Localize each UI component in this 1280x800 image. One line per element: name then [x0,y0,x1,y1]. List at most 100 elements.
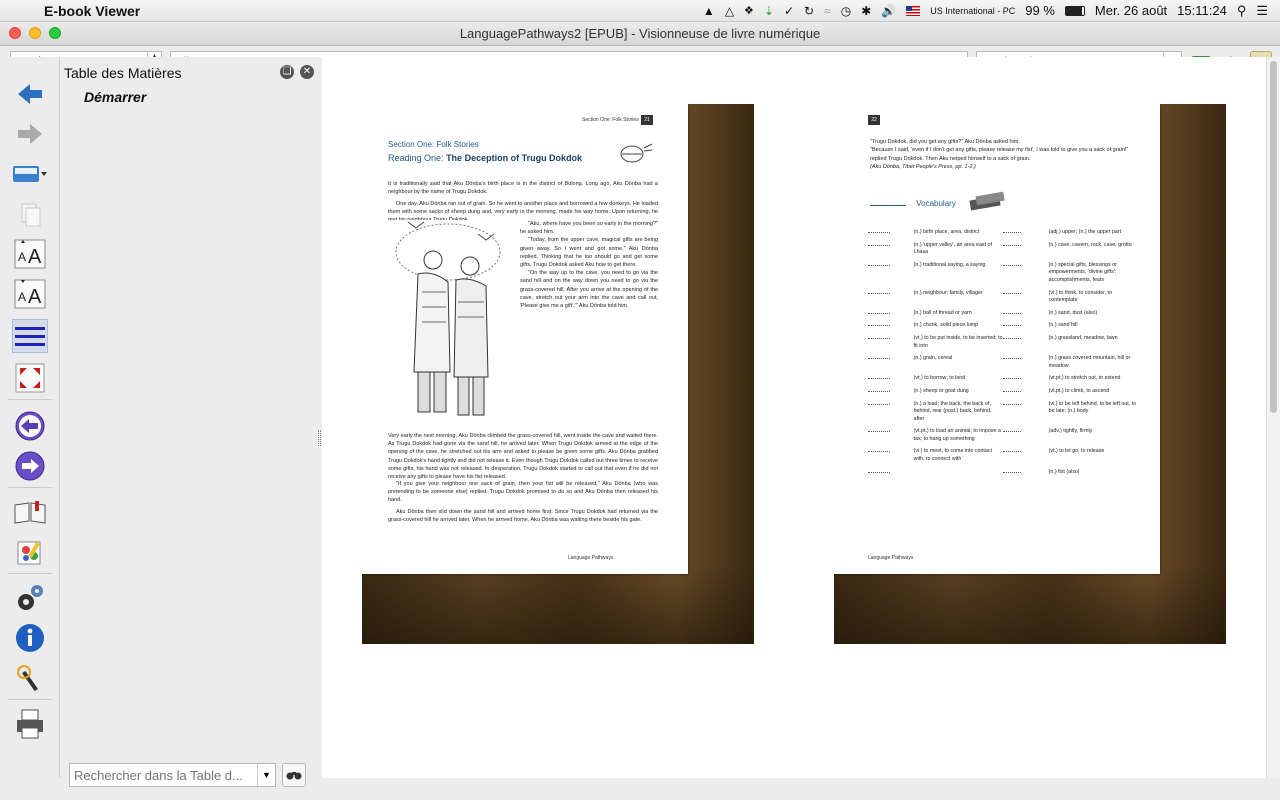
vocab-definition: (n.) traditional saying, a saying [913,261,986,268]
bookmarks-button[interactable] [11,495,49,529]
photo-shadow [834,564,1226,644]
wifi-icon[interactable]: ≈ [824,4,831,18]
vocab-row: (n.) birth place, area, district (adj.) u… [868,229,1138,237]
books-stack-icon [969,191,1005,211]
tibetan-term [1003,290,1049,305]
battery-percent[interactable]: 99 % [1025,3,1055,18]
svg-text:A: A [18,250,26,264]
info-icon [16,624,44,652]
zoom-window-button[interactable] [49,27,61,39]
font-smaller-icon: AA [14,279,46,309]
section-title: Section One: Folk Stories [388,140,479,149]
binoculars-icon [286,772,302,780]
time-machine-icon[interactable]: ◷ [841,4,851,18]
minimize-window-button[interactable] [29,27,41,39]
theme-button[interactable] [11,535,49,569]
open-ebook-button[interactable] [11,157,49,191]
bluetooth-icon[interactable]: ✱ [861,4,871,18]
scrollbar-thumb[interactable] [1270,61,1277,413]
vocab-definition: (vi.) to think, to consider, to contempl… [1048,289,1112,304]
copy-button[interactable] [11,197,49,231]
fullscreen-button[interactable] [11,361,49,395]
vocab-definition: (n.) sand, dust (also) [1048,309,1098,316]
vocab-row: (vt.) to borrow; to lend (vt.pt.) to stre… [868,375,1138,383]
back-button[interactable] [11,77,49,111]
dropbox-icon[interactable]: ❖ [744,4,754,17]
input-source[interactable]: US International - PC [930,6,1015,16]
book-page-left: Section One: Folk Stories 21 Section One… [362,104,688,574]
tibetan-term [1003,448,1049,463]
closing-quote: "Trugu Dokdok, did you get any gifts?" A… [870,138,1140,172]
font-larger-button[interactable]: AA [11,237,49,271]
status-area: ▲ △ ❖ ⇣ ✓ ↻ ≈ ◷ ✱ 🔊 US International - P… [703,3,1280,19]
tibetan-term [1003,229,1049,237]
vertical-scrollbar[interactable] [1266,57,1280,778]
drive-icon[interactable]: △ [725,4,734,18]
toc-search-input[interactable] [70,764,256,786]
check-icon[interactable]: ✓ [784,4,794,18]
vocab-definition: (n.) birth place, area, district [913,229,980,235]
book-icon [14,501,46,524]
side-toolbar: AA AA [0,57,60,778]
vocabulary-table: (n.) birth place, area, district (adj.) u… [868,229,1138,481]
flag-icon[interactable] [906,5,921,16]
toc-entry[interactable]: Démarrer [84,89,146,105]
toc-search-combobox[interactable]: ▼ [69,763,276,787]
reading-label: Reading One: [388,153,444,163]
intro-paragraph: It is traditionally said that Aku Dönba'… [388,181,658,196]
spotlight-icon[interactable]: ⚲ [1237,3,1247,19]
evernote-icon[interactable]: ▲ [703,4,715,18]
macos-menubar: E-book Viewer ▲ △ ❖ ⇣ ✓ ↻ ≈ ◷ ✱ 🔊 US Int… [0,0,1280,22]
goggles-icon [620,143,653,163]
vocab-definition: (n.) grain, cereal [913,355,953,362]
vocab-definition: (n.) grass covered mountain, hill or mea… [1048,355,1131,369]
inspector-button[interactable] [11,661,49,695]
panel-splitter[interactable] [318,430,321,446]
time-label[interactable]: 15:11:24 [1177,3,1227,18]
paragraph-2: "Aku, where have you been so early in th… [520,221,658,236]
about-button[interactable] [11,621,49,655]
float-panel-icon[interactable]: ❏ [280,65,294,79]
sync-icon[interactable]: ↻ [804,4,814,18]
toc-title: Table des Matières [64,65,182,81]
battery-icon[interactable] [1064,5,1085,16]
book-view[interactable]: Section One: Folk Stories 21 Section One… [322,57,1266,778]
toggle-toc-button[interactable] [11,319,49,353]
preferences-button[interactable] [11,581,49,615]
print-button[interactable] [11,707,49,741]
quote-line-1: "Trugu Dokdok, did you get any gifts?" A… [870,139,1020,145]
paragraph-6: "If you give your neighbour one sack of … [388,481,658,504]
download-icon[interactable]: ⇣ [764,4,774,18]
volume-icon[interactable]: 🔊 [881,4,896,18]
vocab-definition: (n.) 'upper valley', an area east of Lha… [913,241,992,256]
circle-arrow-left-icon [15,411,45,441]
next-page-button[interactable] [11,449,49,483]
font-smaller-button[interactable]: AA [11,277,49,311]
forward-button[interactable] [11,117,49,151]
tibetan-term [868,401,914,424]
notification-center-icon[interactable]: ☰ [1256,3,1268,19]
tibetan-term [1003,469,1049,477]
page-image-left: Section One: Folk Stories 21 Section One… [362,104,754,644]
close-panel-icon[interactable]: ✕ [300,65,314,79]
previous-page-button[interactable] [11,409,49,443]
vocab-definition: (adj.) upper; (n.) the upper part [1048,229,1122,235]
toc-lines-icon [12,319,48,353]
tibetan-term [1003,310,1049,318]
tibetan-term [1003,428,1049,443]
vocab-row: (vt.pt.) to load an animal; to impose a … [868,428,1138,443]
close-window-button[interactable] [9,27,21,39]
toc-search-button[interactable] [282,763,306,787]
illustration-two-men [395,221,501,416]
toolbar-separator [8,399,52,400]
app-menu[interactable]: E-book Viewer [44,3,140,19]
tibetan-term [1003,401,1049,424]
vocab-definition: (n.) sheep or goat dung [913,387,969,394]
vocab-definition: (vi.) to be left behind, to be left out,… [1048,400,1137,415]
date-label[interactable]: Mer. 26 août [1095,3,1167,18]
vocab-definition: (vt.pt.) to stretch out, to extend [1048,375,1121,382]
chevron-down-icon[interactable]: ▼ [257,764,275,786]
vocab-row: (vt.) to be put inside, to be inserted; … [868,335,1138,350]
paragraph-5: Very early the next morning, Aku Dönba c… [388,433,658,480]
paragraph-4: "On the way up to the cave, you need to … [520,270,658,310]
